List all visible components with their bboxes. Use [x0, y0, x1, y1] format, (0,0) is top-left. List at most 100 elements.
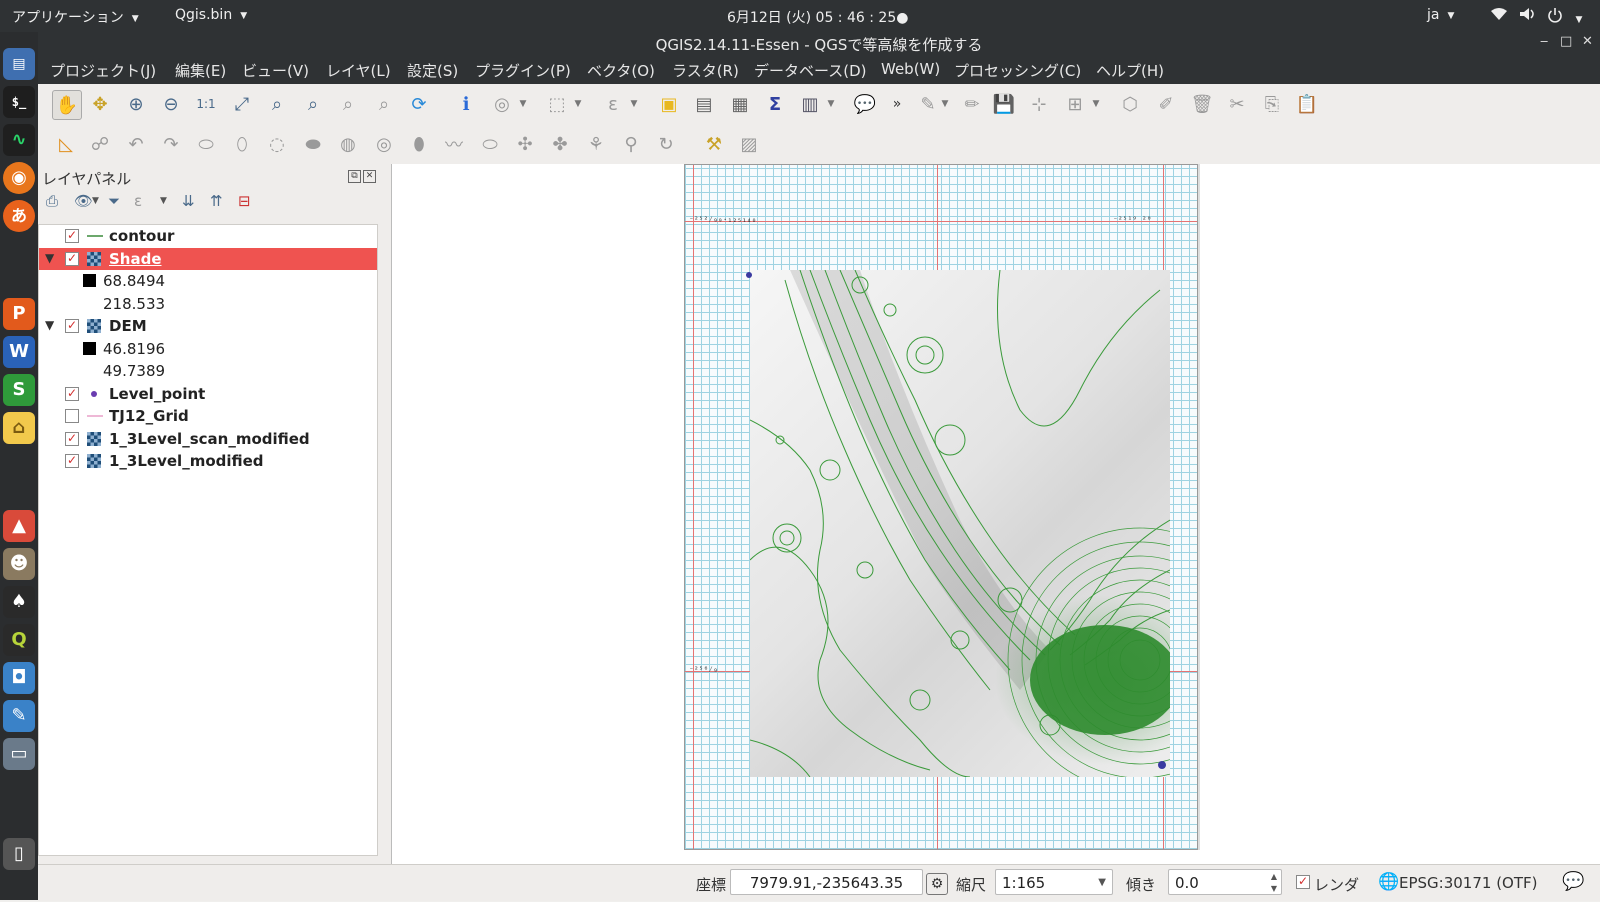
- digitize-edit-icon[interactable]: ✎: [914, 90, 942, 118]
- attribute-table-icon[interactable]: ▤: [690, 90, 718, 118]
- zoom-native-icon[interactable]: 1:1: [192, 90, 220, 118]
- drawing-app-icon[interactable]: ✎: [3, 700, 35, 732]
- menu-edit[interactable]: 編集(E): [175, 60, 226, 81]
- render-checkbox[interactable]: ✓: [1296, 875, 1310, 889]
- language-indicator[interactable]: ja ▼: [1427, 7, 1454, 23]
- layer-visibility-checkbox[interactable]: ✓: [65, 252, 79, 266]
- layer-visibility-checkbox[interactable]: ✓: [65, 454, 79, 468]
- select-by-expression-icon[interactable]: ε: [599, 90, 627, 118]
- rotation-spinbox[interactable]: 0.0 ▲ ▼: [1168, 869, 1282, 895]
- close-panel-icon[interactable]: ✕: [363, 170, 376, 183]
- rotate-point-symbols-icon[interactable]: ↻: [652, 130, 680, 158]
- filter-legend-icon[interactable]: ⏷: [108, 192, 120, 210]
- collapse-triangle-icon[interactable]: ▼: [45, 318, 54, 332]
- spreadsheet-app-icon[interactable]: S: [3, 374, 35, 406]
- merge-attributes-icon[interactable]: ⚲: [617, 130, 645, 158]
- add-feature-icon[interactable]: ⊹: [1025, 90, 1053, 118]
- georeferencer-icon[interactable]: ⚒: [700, 130, 728, 158]
- layer-row-level-point[interactable]: ✓ Level_point: [39, 383, 377, 405]
- messages-icon[interactable]: 💬: [1562, 871, 1584, 892]
- add-part-icon[interactable]: ⬬: [299, 130, 327, 158]
- simplify-feature-icon[interactable]: ⬯: [228, 130, 256, 158]
- filter-expression-icon[interactable]: ε: [134, 192, 142, 210]
- layer-visibility-checkbox[interactable]: ✓: [65, 387, 79, 401]
- measure-icon[interactable]: ▥: [796, 90, 824, 118]
- add-ring-icon[interactable]: ◌: [263, 130, 291, 158]
- float-panel-icon[interactable]: ⧉: [348, 170, 361, 183]
- expand-all-icon[interactable]: ⇊: [182, 192, 195, 210]
- trash-icon[interactable]: ▯: [3, 838, 35, 870]
- spin-down-icon[interactable]: ▼: [1271, 876, 1277, 902]
- archive-app-icon[interactable]: ⌂: [3, 412, 35, 444]
- menu-processing[interactable]: プロセッシング(C): [954, 60, 1081, 81]
- remove-layer-icon[interactable]: ⊟: [238, 192, 251, 210]
- layer-visibility-checkbox[interactable]: ✓: [65, 432, 79, 446]
- coordinate-field[interactable]: 7979.91,-235643.35: [730, 869, 923, 895]
- merge-features-icon[interactable]: ⚘: [582, 130, 610, 158]
- firefox-icon[interactable]: ◉: [3, 162, 35, 194]
- node-tool-icon[interactable]: ⬡: [1116, 90, 1144, 118]
- reshape-features-icon[interactable]: 〰: [440, 130, 468, 158]
- select-features-icon[interactable]: ⬚: [543, 90, 571, 118]
- terminal-icon[interactable]: $_: [3, 86, 35, 118]
- minimize-button[interactable]: ‒: [1540, 34, 1548, 49]
- chevron-down-icon[interactable]: ▼: [1098, 870, 1106, 896]
- zoom-in-icon[interactable]: ⊕: [122, 90, 150, 118]
- menu-layer[interactable]: レイヤ(L): [326, 60, 391, 81]
- undo-icon[interactable]: ↶: [122, 130, 150, 158]
- image-viewer-icon[interactable]: ▲: [3, 510, 35, 542]
- layer-row-shade[interactable]: ▼ ✓ Shade: [39, 248, 377, 270]
- field-calculator-icon[interactable]: ▦: [726, 90, 754, 118]
- layer-row-contour[interactable]: ✓ contour: [39, 225, 377, 247]
- statistics-sigma-icon[interactable]: Σ: [761, 90, 789, 118]
- layer-visibility-checkbox[interactable]: ✓: [65, 229, 79, 243]
- maximize-button[interactable]: □: [1560, 34, 1572, 49]
- delete-part-icon[interactable]: ⬮: [405, 130, 433, 158]
- paste-features-icon[interactable]: 📋: [1293, 90, 1321, 118]
- zoom-next-icon[interactable]: ⌕: [370, 90, 398, 118]
- chevron-down-icon[interactable]: ▼: [92, 196, 99, 206]
- app-menu[interactable]: Qgis.bin ▼: [175, 7, 247, 23]
- split-features-icon[interactable]: ✣: [511, 130, 539, 158]
- pan-hand-icon[interactable]: ✋: [52, 90, 82, 120]
- deselect-all-icon[interactable]: ▣: [655, 90, 683, 118]
- offset-curve-icon[interactable]: ⬭: [476, 130, 504, 158]
- collapse-all-icon[interactable]: ⇈: [210, 192, 223, 210]
- move-feature-icon[interactable]: ⊞: [1061, 90, 1089, 118]
- writer-app-icon[interactable]: W: [3, 336, 35, 368]
- redo-icon[interactable]: ↷: [157, 130, 185, 158]
- cut-features-icon[interactable]: ✂: [1223, 90, 1251, 118]
- chevron-down-icon[interactable]: ▼: [1091, 90, 1101, 118]
- menu-settings[interactable]: 設定(S): [407, 60, 458, 81]
- layer-visibility-checkbox[interactable]: [65, 409, 79, 423]
- layer-row-tj12-grid[interactable]: TJ12_Grid: [39, 405, 377, 427]
- pan-to-selection-icon[interactable]: ✥: [86, 90, 114, 118]
- refresh-icon[interactable]: ⟳: [405, 90, 433, 118]
- layer-row-dem[interactable]: ▼ ✓ DEM: [39, 315, 377, 337]
- crs-globe-icon[interactable]: 🌐: [1378, 872, 1399, 892]
- delete-selected-icon[interactable]: 🗑: [1188, 90, 1216, 118]
- rotate-feature-icon[interactable]: ⬭: [192, 130, 220, 158]
- chevron-down-icon[interactable]: ▼: [826, 90, 836, 118]
- menu-database[interactable]: データベース(D): [754, 60, 867, 81]
- volume-icon[interactable]: [1519, 7, 1537, 25]
- cad-tools-icon[interactable]: ◺: [52, 130, 80, 158]
- visibility-eye-icon[interactable]: 👁: [74, 192, 93, 210]
- toggle-extents-icon[interactable]: ⚙: [926, 873, 948, 895]
- chevron-down-icon[interactable]: ▼: [940, 90, 950, 118]
- applications-menu[interactable]: アプリケーション ▼: [12, 7, 139, 27]
- identify-icon[interactable]: ℹ: [452, 90, 480, 118]
- split-parts-icon[interactable]: ✤: [546, 130, 574, 158]
- copy-features-icon[interactable]: ⎘: [1258, 90, 1286, 118]
- gimp-icon[interactable]: ☻: [3, 548, 35, 580]
- annotation-icon[interactable]: 💬: [851, 90, 879, 118]
- menu-vector[interactable]: ベクタ(O): [587, 60, 655, 81]
- layer-row-level-modified[interactable]: ✓ 1_3Level_modified: [39, 450, 377, 472]
- scale-combobox[interactable]: 1:165 ▼: [995, 869, 1113, 895]
- crs-status[interactable]: EPSG:30171 (OTF): [1399, 874, 1538, 892]
- menu-plugins[interactable]: プラグイン(P): [475, 60, 571, 81]
- open-layer-styling-icon[interactable]: ⎙: [46, 192, 58, 210]
- zoom-full-icon[interactable]: ⤢: [228, 90, 256, 118]
- close-button[interactable]: ✕: [1582, 34, 1593, 49]
- chevron-down-icon[interactable]: ▼: [573, 90, 583, 118]
